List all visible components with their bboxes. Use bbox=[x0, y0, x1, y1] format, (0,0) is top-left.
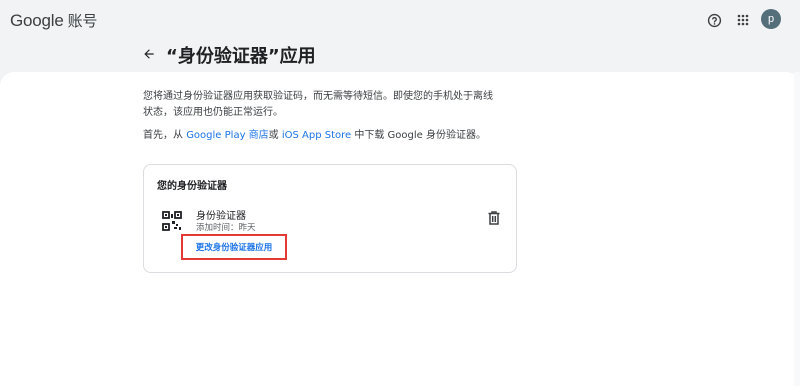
change-authenticator-highlight: 更改身份验证器应用 bbox=[181, 234, 287, 260]
authenticator-name: 身份验证器 bbox=[196, 211, 246, 222]
change-authenticator-link[interactable]: 更改身份验证器应用 bbox=[196, 241, 273, 253]
authenticator-added-time: 添加时间：昨天 bbox=[196, 223, 256, 233]
download-or: 或 bbox=[268, 130, 282, 141]
logo-account-text: 账号 bbox=[67, 12, 98, 30]
apps-grid-icon[interactable] bbox=[733, 10, 753, 30]
qr-code-icon bbox=[161, 210, 183, 232]
arrow-back-icon[interactable] bbox=[140, 45, 158, 63]
top-bar: Google 账号 p bbox=[0, 0, 800, 40]
page-title: “身份验证器”应用 bbox=[166, 46, 316, 67]
card-title: 您的身份验证器 bbox=[157, 181, 227, 192]
description-text: 您将通过身份验证器应用获取验证码，而无需等待短信。即使您的手机处于离线状态，该应… bbox=[143, 91, 493, 118]
help-icon[interactable] bbox=[704, 10, 724, 30]
download-suffix: 中下载 Google 身份验证器。 bbox=[351, 130, 486, 141]
logo-google-text: Google bbox=[10, 11, 64, 30]
google-account-logo[interactable]: Google 账号 bbox=[10, 10, 97, 31]
download-prefix: 首先，从 bbox=[143, 130, 187, 141]
trash-icon[interactable] bbox=[487, 210, 501, 226]
avatar[interactable]: p bbox=[761, 9, 781, 29]
download-instructions: 首先，从 Google Play 商店或 iOS App Store 中下载 G… bbox=[143, 128, 563, 144]
app-store-link[interactable]: iOS App Store bbox=[282, 130, 351, 141]
google-play-link[interactable]: Google Play 商店 bbox=[186, 130, 268, 141]
scrollbar-track[interactable] bbox=[794, 72, 800, 386]
